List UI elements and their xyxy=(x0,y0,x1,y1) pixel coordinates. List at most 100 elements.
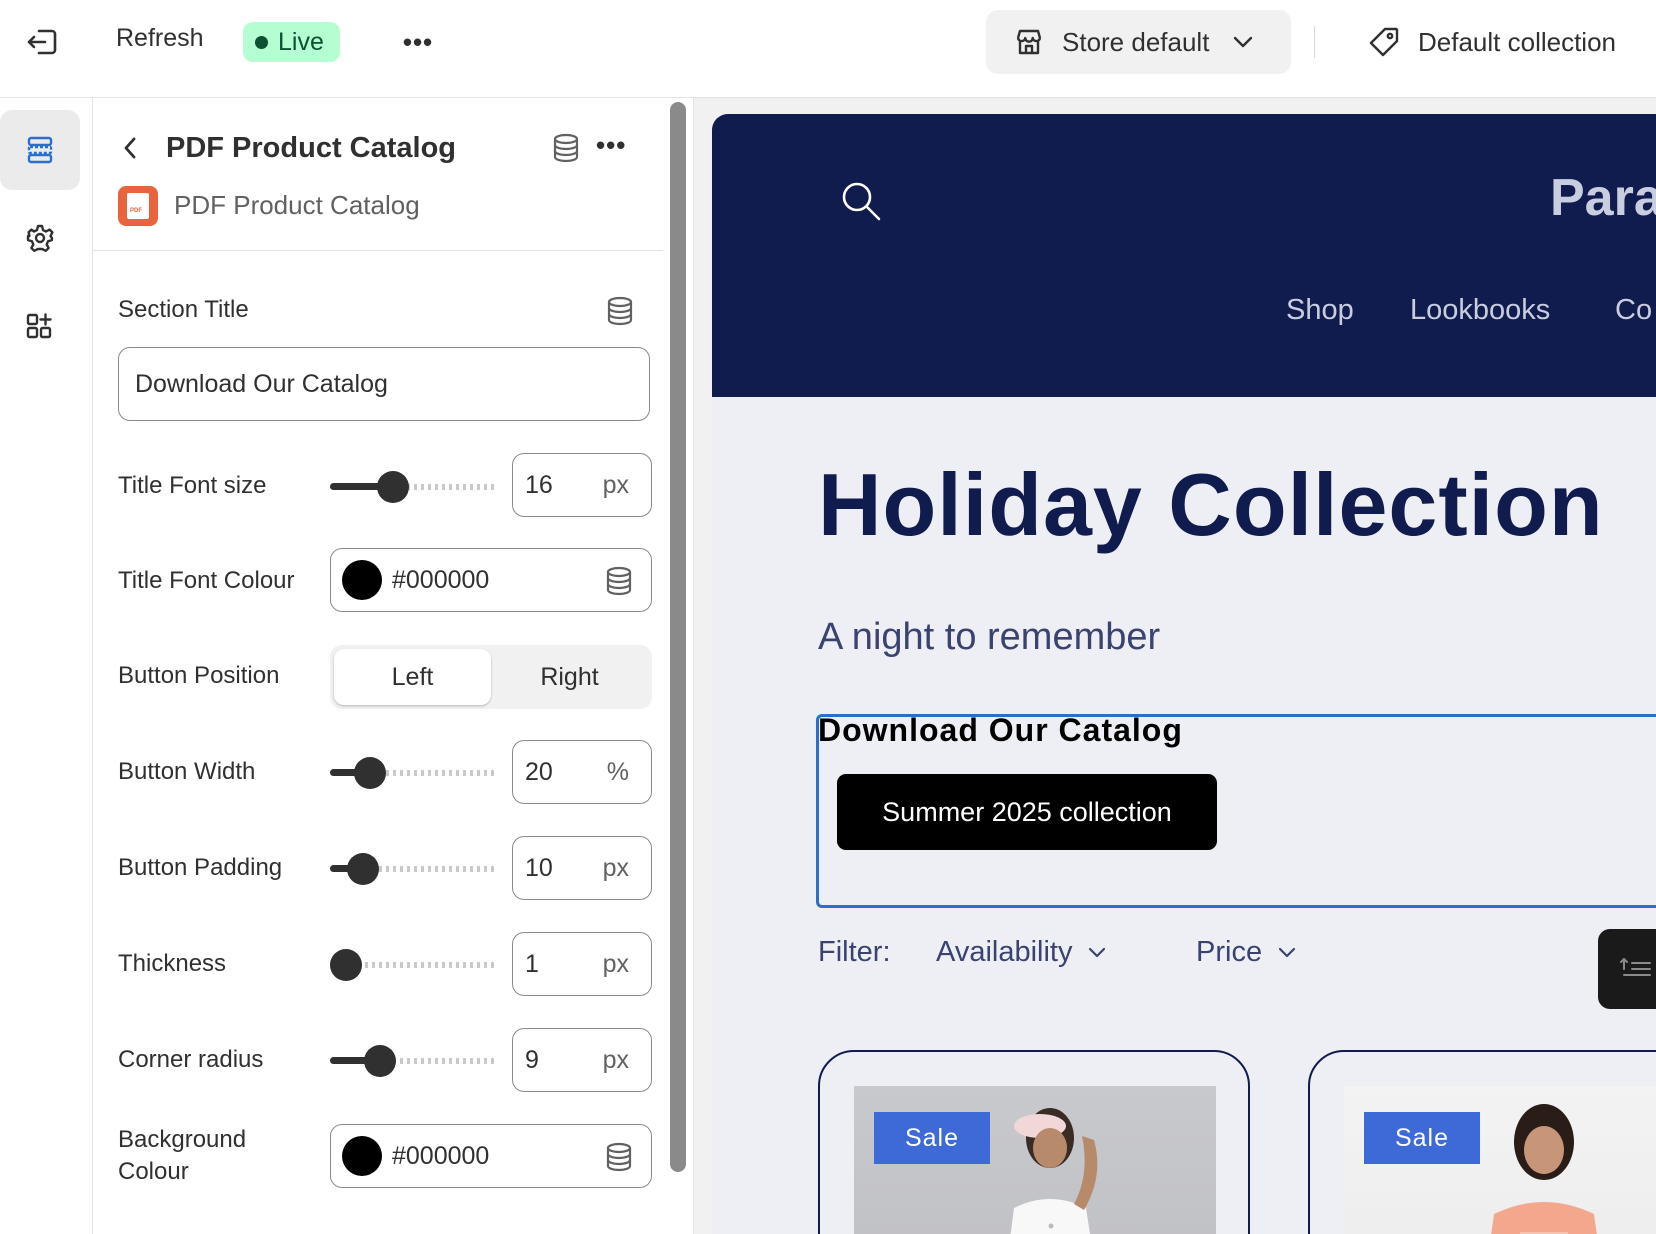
pdf-app-icon-text: PDF xyxy=(130,208,142,214)
collection-title: Holiday Collection xyxy=(818,455,1604,554)
button-padding-value: 10 xyxy=(525,853,553,882)
button-position-label: Button Position xyxy=(118,662,280,689)
section-title-input[interactable]: Download Our Catalog xyxy=(118,347,650,421)
back-button[interactable] xyxy=(112,130,148,166)
title-font-size-label: Title Font size xyxy=(118,472,267,499)
rail-apps-button[interactable] xyxy=(0,286,80,366)
sale-badge: Sale xyxy=(874,1112,990,1164)
sale-badge: Sale xyxy=(1364,1112,1480,1164)
button-padding-label: Button Padding xyxy=(118,854,283,881)
color-swatch[interactable] xyxy=(342,1136,382,1176)
section-title-dynamic-source-icon[interactable] xyxy=(606,296,634,326)
top-bar: Refresh Live ••• Store default Default c… xyxy=(0,0,1656,98)
collection-subtitle: A night to remember xyxy=(818,616,1161,658)
title-font-size-unit: px xyxy=(602,470,629,499)
chevron-down-icon xyxy=(1278,947,1296,958)
color-swatch[interactable] xyxy=(342,560,382,600)
title-font-size-value: 16 xyxy=(525,470,553,499)
product-image: Sale xyxy=(854,1086,1216,1234)
catalog-section-title: Download Our Catalog xyxy=(818,712,1183,748)
title-font-colour-label: Title Font Colour xyxy=(118,567,295,594)
collection-label: Default collection xyxy=(1418,26,1616,57)
nav-link-lookbooks[interactable]: Lookbooks xyxy=(1410,294,1550,327)
storefront-preview: Para Shop Lookbooks Co Holiday Collectio… xyxy=(712,114,1656,1234)
live-dot-icon xyxy=(255,35,268,49)
section-title-value: Download Our Catalog xyxy=(135,369,388,398)
button-position-segmented-control: Left Right xyxy=(330,645,652,709)
button-width-slider[interactable] xyxy=(330,757,496,789)
button-width-unit: % xyxy=(606,757,629,786)
filter-price[interactable]: Price xyxy=(1196,936,1296,969)
background-colour-dynamic-source-icon[interactable] xyxy=(605,1142,633,1172)
background-colour-input[interactable]: #000000 xyxy=(330,1124,652,1188)
thickness-unit: px xyxy=(602,949,629,978)
slider-handle[interactable] xyxy=(363,1045,396,1077)
store-logo[interactable]: Para xyxy=(1550,168,1656,228)
live-status-badge: Live xyxy=(243,22,340,62)
nav-link-co[interactable]: Co xyxy=(1615,294,1652,327)
rail-settings-button[interactable] xyxy=(0,198,80,278)
filter-availability[interactable]: Availability xyxy=(936,936,1106,969)
title-font-size-input[interactable]: 16 px xyxy=(512,453,652,517)
button-width-value: 20 xyxy=(525,757,553,786)
chevron-down-icon xyxy=(1089,947,1106,958)
exit-button[interactable] xyxy=(20,22,64,62)
button-position-left-option[interactable]: Left xyxy=(334,649,491,705)
rail-sections-button[interactable] xyxy=(0,110,80,190)
button-width-input[interactable]: 20 % xyxy=(512,740,652,804)
slider-handle[interactable] xyxy=(376,471,409,503)
sort-icon xyxy=(1620,957,1651,976)
chevron-down-icon xyxy=(1234,36,1253,48)
catalog-download-button[interactable]: Summer 2025 collection xyxy=(837,774,1217,850)
panel-scrollbar[interactable] xyxy=(670,102,686,1172)
button-position-right-option[interactable]: Right xyxy=(491,649,648,705)
button-padding-slider[interactable] xyxy=(330,853,496,885)
background-colour-label-line1: Background xyxy=(118,1126,247,1153)
thickness-slider[interactable] xyxy=(330,949,496,981)
icon-rail xyxy=(0,98,93,1234)
slider-handle[interactable] xyxy=(330,949,362,981)
background-colour-label: Background Colour xyxy=(118,1124,246,1188)
store-select[interactable]: Store default xyxy=(986,10,1291,74)
title-font-colour-value: #000000 xyxy=(392,565,490,594)
settings-icon xyxy=(26,224,54,252)
product-card[interactable]: Sale xyxy=(818,1050,1250,1234)
corner-radius-slider[interactable] xyxy=(330,1045,496,1077)
title-font-size-slider[interactable] xyxy=(330,471,496,503)
panel-more-button[interactable]: ••• xyxy=(596,130,626,161)
button-padding-input[interactable]: 10 px xyxy=(512,836,652,900)
sort-button[interactable] xyxy=(1598,929,1656,1009)
title-font-colour-dynamic-source-icon[interactable] xyxy=(605,566,633,596)
background-colour-label-line2: Colour xyxy=(118,1158,189,1185)
exit-icon xyxy=(27,29,57,55)
thickness-input[interactable]: 1 px xyxy=(512,932,652,996)
button-padding-unit: px xyxy=(602,853,629,882)
product-card[interactable]: Sale xyxy=(1308,1050,1656,1234)
apps-icon xyxy=(26,313,52,339)
refresh-button[interactable]: Refresh xyxy=(116,24,204,53)
title-font-colour-input[interactable]: #000000 xyxy=(330,548,652,612)
thickness-label: Thickness xyxy=(118,950,227,977)
dynamic-source-icon[interactable] xyxy=(552,133,580,163)
pdf-app-icon: PDF xyxy=(118,186,158,226)
corner-radius-input[interactable]: 9 px xyxy=(512,1028,652,1092)
tag-icon xyxy=(1369,27,1399,57)
store-header: Para Shop Lookbooks Co xyxy=(712,114,1656,397)
collection-select[interactable]: Default collection xyxy=(1368,10,1616,74)
corner-radius-label: Corner radius xyxy=(118,1046,264,1073)
more-actions-button[interactable]: ••• xyxy=(396,22,440,62)
background-colour-value: #000000 xyxy=(392,1141,490,1170)
top-divider xyxy=(1314,26,1315,58)
filter-price-label: Price xyxy=(1196,936,1263,968)
filter-availability-label: Availability xyxy=(936,936,1073,968)
panel-title: PDF Product Catalog xyxy=(166,132,457,164)
search-icon[interactable] xyxy=(840,180,882,222)
slider-handle[interactable] xyxy=(354,757,387,789)
button-width-label: Button Width xyxy=(118,758,256,785)
nav-link-shop[interactable]: Shop xyxy=(1286,294,1354,327)
filter-label: Filter: xyxy=(818,936,891,968)
sections-icon xyxy=(27,136,53,164)
store-select-label: Store default xyxy=(1062,26,1210,57)
product-image: Sale xyxy=(1344,1086,1656,1234)
panel-separator xyxy=(93,250,663,251)
